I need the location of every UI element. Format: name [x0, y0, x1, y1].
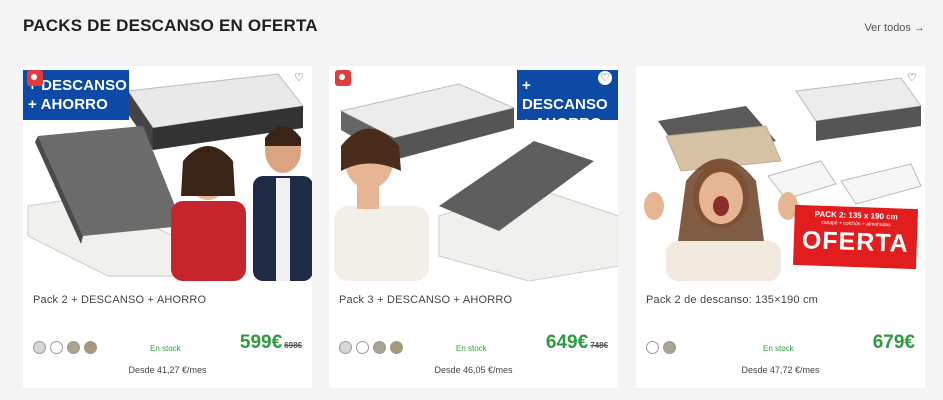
- product-image[interactable]: PACK 2: 135 x 190 cm canapé + colchón + …: [636, 66, 925, 281]
- monthly-payment: Desde 46,05 €/mes: [434, 365, 513, 375]
- product-name[interactable]: Pack 3 + DESCANSO + AHORRO: [339, 294, 512, 306]
- monthly-payment: Desde 41,27 €/mes: [128, 365, 207, 375]
- color-swatch[interactable]: [84, 341, 97, 354]
- product-name[interactable]: Pack 2 de descanso: 135×190 cm: [646, 294, 818, 306]
- product-card[interactable]: + DESCANSO + AHORRO ♡ Pack 3 + DESCANSO …: [329, 66, 618, 388]
- old-price: 698€: [284, 341, 302, 350]
- color-swatches: [646, 341, 676, 354]
- color-swatch[interactable]: [67, 341, 80, 354]
- current-price: 649€: [545, 332, 589, 353]
- heart-icon[interactable]: ♡: [905, 71, 919, 85]
- tag-icon: [335, 70, 351, 86]
- old-price: 748€: [590, 341, 608, 350]
- product-image[interactable]: + DESCANSO + AHORRO ♡: [329, 66, 618, 281]
- product-image[interactable]: + DESCANSO + AHORRO ♡: [23, 66, 312, 281]
- product-name[interactable]: Pack 2 + DESCANSO + AHORRO: [33, 294, 206, 306]
- promo-line-1: + DESCANSO: [28, 77, 127, 94]
- promo-line-2: + AHORRO: [522, 115, 602, 132]
- stock-status: En stock: [456, 344, 487, 353]
- color-swatch[interactable]: [390, 341, 403, 354]
- product-card[interactable]: PACK 2: 135 x 190 cm canapé + colchón + …: [636, 66, 925, 388]
- product-card[interactable]: + DESCANSO + AHORRO ♡ Pack 2 + DESCANSO …: [23, 66, 312, 388]
- color-swatch[interactable]: [663, 341, 676, 354]
- price-block: 649€ 748€: [546, 332, 608, 354]
- color-swatch[interactable]: [50, 341, 63, 354]
- offer-label: OFERTA: [801, 226, 910, 258]
- promo-line-2: + AHORRO: [28, 96, 108, 113]
- color-swatch[interactable]: [339, 341, 352, 354]
- price-block: 679€: [873, 332, 915, 354]
- color-swatch[interactable]: [356, 341, 369, 354]
- heart-icon[interactable]: ♡: [292, 71, 306, 85]
- section-title: PACKS DE DESCANSO EN OFERTA: [23, 16, 318, 35]
- heart-icon[interactable]: ♡: [598, 71, 612, 85]
- current-price: 599€: [239, 332, 283, 353]
- stock-status: En stock: [150, 344, 181, 353]
- monthly-payment: Desde 47,72 €/mes: [741, 365, 820, 375]
- color-swatch[interactable]: [646, 341, 659, 354]
- color-swatch[interactable]: [33, 341, 46, 354]
- price-block: 599€ 698€: [240, 332, 302, 354]
- stock-status: En stock: [763, 344, 794, 353]
- color-swatch[interactable]: [373, 341, 386, 354]
- offer-banner: PACK 2: 135 x 190 cm canapé + colchón + …: [792, 204, 919, 270]
- current-price: 679€: [872, 332, 915, 353]
- color-swatches: [33, 341, 97, 354]
- color-swatches: [339, 341, 403, 354]
- see-all-link[interactable]: Ver todos →: [864, 22, 925, 34]
- tag-icon: [27, 70, 43, 86]
